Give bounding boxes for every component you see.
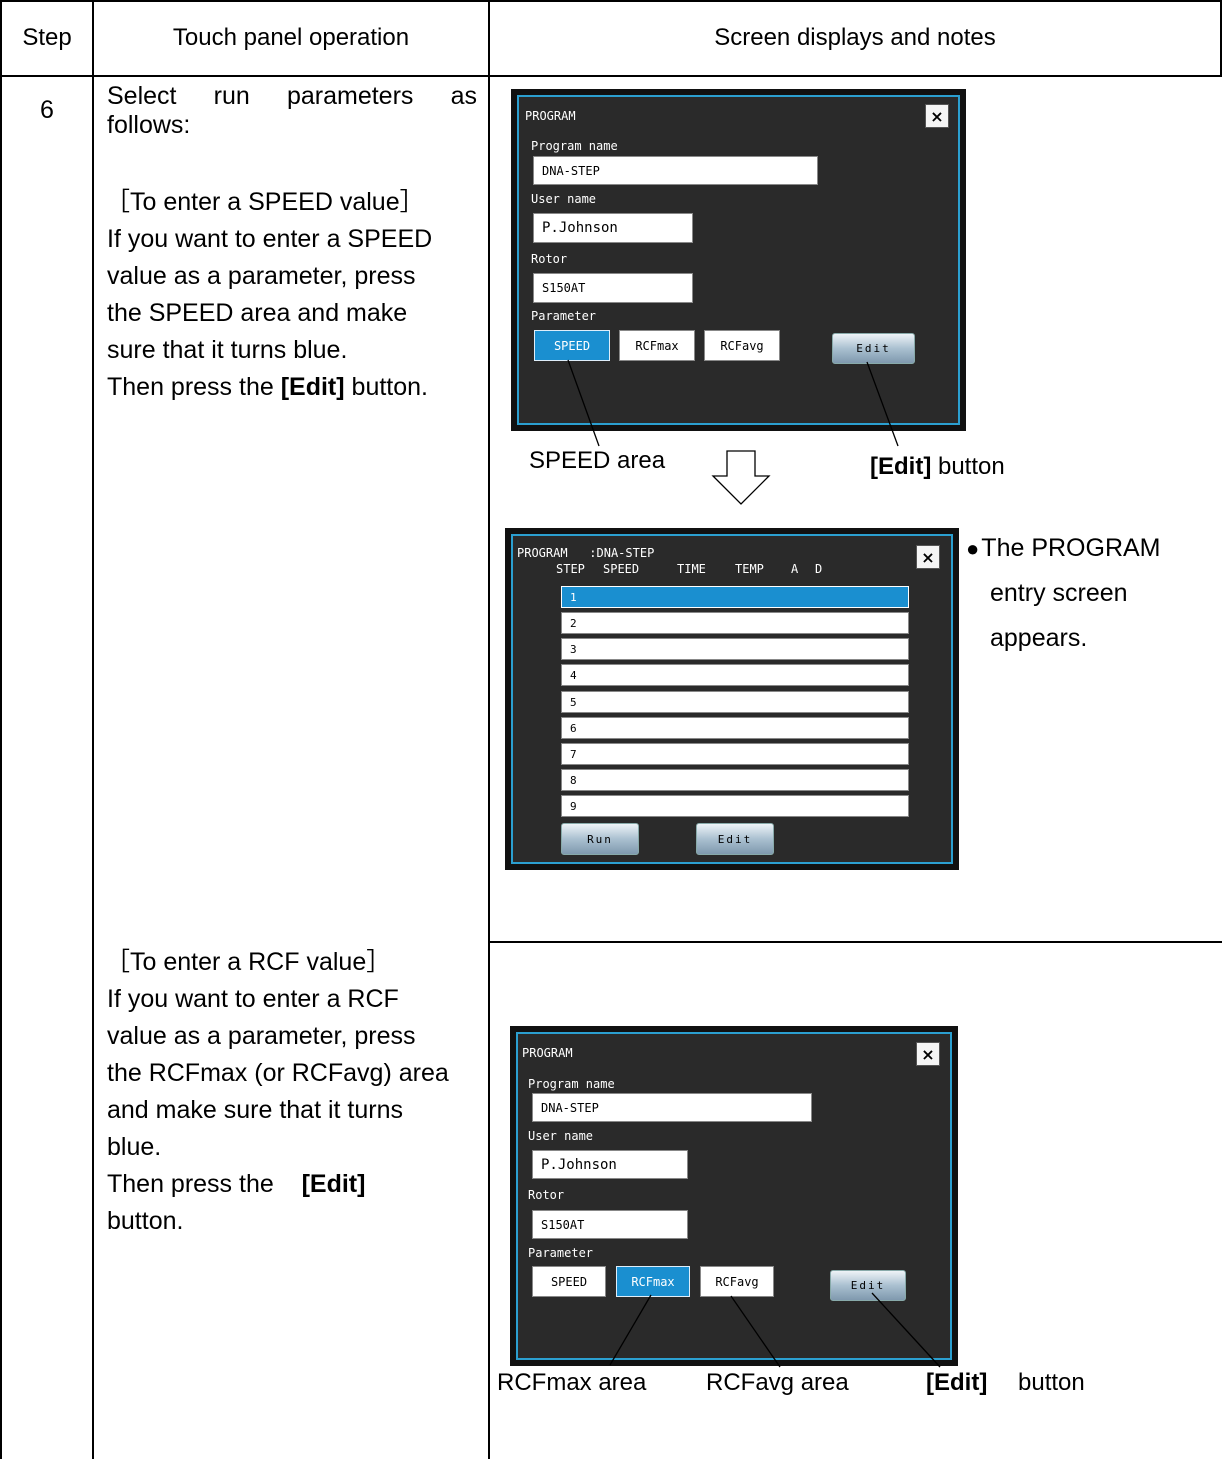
down-arrow-icon	[711, 450, 771, 505]
program-note: ●The PROGRAM entry screen appears.	[966, 526, 1161, 661]
edit-button-caption-2: [Edit]	[926, 1369, 988, 1396]
note-line: appears.	[990, 624, 1088, 652]
edit-leader-line-2	[871, 1292, 941, 1368]
note-line: ●The PROGRAM	[966, 534, 1161, 562]
edit-button-word: button	[1018, 1369, 1085, 1396]
rcfavg-leader-line	[730, 1295, 781, 1368]
bullet-icon: ●	[966, 536, 980, 561]
rcfmax-area-caption: RCFmax area	[497, 1369, 647, 1396]
note-line: entry screen	[990, 579, 1128, 607]
edit-leader-line	[866, 361, 899, 447]
speed-leader-line	[567, 359, 600, 447]
rcfavg-area-caption: RCFavg area	[706, 1369, 849, 1396]
edit-button-caption: [Edit] button	[870, 453, 1005, 480]
speed-area-caption: SPEED area	[529, 447, 666, 474]
rcfmax-leader-line	[609, 1294, 652, 1366]
callout-lines	[567, 359, 941, 1368]
